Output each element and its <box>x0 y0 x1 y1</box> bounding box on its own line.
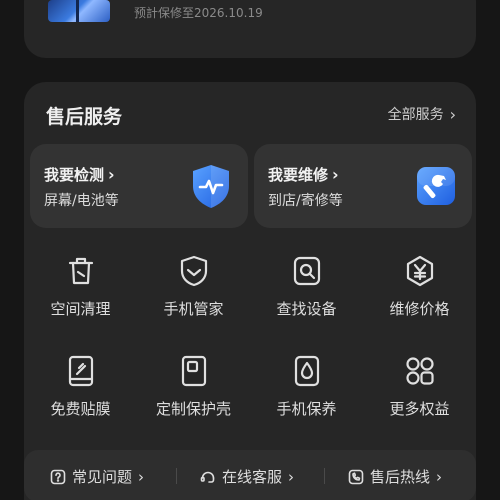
divider <box>324 468 325 484</box>
shield-check-icon <box>180 255 207 287</box>
repair-card-title-row: 我要维修 › <box>268 164 339 185</box>
grid-label: 免费贴膜 <box>50 400 111 418</box>
grid-label: 手机保养 <box>276 400 337 418</box>
headset-icon <box>200 471 215 483</box>
shield-pulse-icon <box>193 165 229 208</box>
grid-item-more-benefits[interactable]: 更多权益 <box>363 354 476 419</box>
grid-item-custom-case[interactable]: 定制保护壳 <box>137 354 250 419</box>
faq-link[interactable]: 常见问题 › <box>50 466 144 487</box>
hotline-link[interactable]: 售后热线 › <box>348 466 442 487</box>
chevron-right-icon: › <box>138 467 145 486</box>
grid-label: 手机管家 <box>163 300 224 318</box>
drop-icon <box>294 355 319 387</box>
grid-item-find-device[interactable]: 查找设备 <box>250 254 363 319</box>
grid-item-repair-price[interactable]: 维修价格 <box>363 254 476 319</box>
detect-card-title-row: 我要检测 › <box>44 164 115 185</box>
grid-label: 更多权益 <box>389 400 450 418</box>
repair-card-subtitle: 到店/寄修等 <box>268 193 343 209</box>
detect-card-subtitle: 屏幕/电池等 <box>44 193 119 209</box>
detect-service-card[interactable]: 我要检测 › 屏幕/电池等 <box>30 144 248 228</box>
phone-call-icon <box>348 469 364 484</box>
grid-label: 定制保护壳 <box>155 400 231 418</box>
hotline-label: 售后热线 <box>370 468 431 486</box>
chevron-right-icon: › <box>449 104 456 124</box>
grid-label: 空间清理 <box>50 300 111 318</box>
bottom-links-bar: 常见问题 › 在线客服 › 售后热线 › <box>24 450 476 500</box>
section-title: 售后服务 <box>46 106 123 128</box>
question-icon <box>50 469 66 484</box>
divider <box>176 468 177 484</box>
chevron-right-icon: › <box>436 467 443 486</box>
all-services-link[interactable]: 全部服务 › <box>388 104 456 124</box>
chevron-right-icon: › <box>288 467 295 486</box>
grid-item-free-film[interactable]: 免费贴膜 <box>24 354 137 419</box>
after-sales-card: 售后服务 全部服务 › 我要检测 › 屏幕/电池等 我要维修 › 到店/寄修等 <box>24 82 476 500</box>
grid-item-phone-care[interactable]: 手机保养 <box>250 354 363 419</box>
grid-item-space-clean[interactable]: 空间清理 <box>24 254 137 319</box>
screen-film-icon <box>68 355 93 387</box>
device-card[interactable]: 预計保修至2026.10.19 <box>24 0 476 58</box>
chevron-right-icon: › <box>332 165 339 184</box>
trash-icon <box>68 257 93 285</box>
phone-case-icon <box>181 355 206 387</box>
faq-label: 常见问题 <box>72 468 133 486</box>
grid-label: 维修价格 <box>389 300 450 318</box>
grid-more-icon <box>405 357 434 385</box>
wrench-icon <box>417 167 455 205</box>
all-services-label: 全部服务 <box>387 107 444 123</box>
grid-item-phone-manager[interactable]: 手机管家 <box>137 254 250 319</box>
online-service-label: 在线客服 <box>222 468 283 486</box>
yuan-icon <box>406 255 433 287</box>
phone-thumbnail <box>48 0 110 22</box>
repair-service-card[interactable]: 我要维修 › 到店/寄修等 <box>254 144 472 228</box>
warranty-text: 预計保修至2026.10.19 <box>134 6 263 20</box>
grid-label: 查找设备 <box>276 300 337 318</box>
chevron-right-icon: › <box>108 165 115 184</box>
find-device-icon <box>293 256 320 286</box>
online-service-link[interactable]: 在线客服 › <box>200 466 294 487</box>
detect-card-title: 我要检测 <box>44 166 105 184</box>
repair-card-title: 我要维修 <box>268 166 329 184</box>
